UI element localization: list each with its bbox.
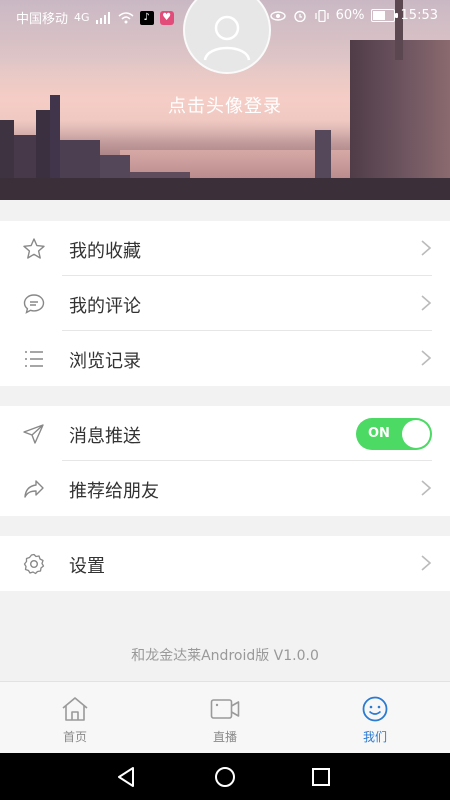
toggle-knob <box>402 420 430 448</box>
network-type: 4G <box>74 11 90 24</box>
bottom-tab-bar: 首页 直播 我们 <box>0 681 450 754</box>
tab-home[interactable]: 首页 <box>0 682 150 754</box>
back-icon[interactable] <box>114 764 140 790</box>
version-text: 和龙金达莱Android版 V1.0.0 <box>131 648 319 664</box>
chevron-right-icon <box>421 480 432 496</box>
menu-item-label: 消息推送 <box>69 426 141 447</box>
chevron-right-icon <box>421 240 432 256</box>
system-nav-bar <box>0 753 450 800</box>
chevron-right-icon <box>421 350 432 366</box>
wifi-icon <box>118 11 134 23</box>
heart-notification-icon: ♥ <box>159 10 174 25</box>
star-icon <box>23 238 45 259</box>
menu-group-social: 消息推送 ON 推荐给朋友 <box>0 406 450 516</box>
tiktok-notification-icon: ♪ <box>139 10 154 25</box>
menu-item-settings[interactable]: 设置 <box>0 536 450 591</box>
tab-us[interactable]: 我们 <box>300 682 450 754</box>
menu-group-personal: 我的收藏 我的评论 浏览记录 <box>0 221 450 386</box>
skyscraper <box>350 40 450 200</box>
status-bar: 中国移动 4G ♪ ♥ 60% 15:53 <box>0 0 450 32</box>
alarm-icon <box>293 10 306 22</box>
home-circle-icon[interactable] <box>212 764 238 790</box>
menu-item-label: 推荐给朋友 <box>69 481 159 502</box>
menu-item-comments[interactable]: 我的评论 <box>0 276 450 331</box>
clock: 15:53 <box>400 8 438 23</box>
gear-icon <box>23 553 45 575</box>
recents-icon[interactable] <box>308 764 334 790</box>
toggle-state-label: ON <box>368 426 390 441</box>
menu-item-label: 我的收藏 <box>69 241 141 262</box>
eye-icon <box>269 10 286 21</box>
share-icon <box>24 480 44 498</box>
list-icon <box>25 351 43 367</box>
tab-label: 直播 <box>212 730 237 744</box>
send-icon <box>23 424 44 444</box>
menu-item-label: 设置 <box>69 556 105 577</box>
comment-icon <box>23 294 45 314</box>
menu-item-label: 我的评论 <box>69 296 141 317</box>
battery-icon <box>370 9 398 22</box>
signal-icon <box>95 11 110 24</box>
login-prompt[interactable]: 点击头像登录 <box>0 92 450 118</box>
battery-percent: 60% <box>335 8 365 23</box>
home-icon <box>62 697 88 721</box>
carrier-name: 中国移动 <box>16 12 69 27</box>
menu-group-settings: 设置 <box>0 536 450 591</box>
tab-live[interactable]: 直播 <box>150 682 300 754</box>
menu-item-label: 浏览记录 <box>69 351 141 372</box>
chevron-right-icon <box>421 295 432 311</box>
push-notification-toggle[interactable]: ON <box>356 418 432 450</box>
tab-label: 首页 <box>62 730 87 744</box>
menu-item-history[interactable]: 浏览记录 <box>0 331 450 386</box>
ground <box>0 178 450 200</box>
chevron-right-icon <box>421 555 432 571</box>
smiley-icon <box>362 696 388 722</box>
menu-item-favorites[interactable]: 我的收藏 <box>0 221 450 276</box>
menu-item-recommend-friends[interactable]: 推荐给朋友 <box>0 461 450 516</box>
vibrate-icon <box>314 9 329 22</box>
menu-item-push-notifications: 消息推送 ON <box>0 406 450 461</box>
video-camera-icon <box>210 699 240 719</box>
tab-label: 我们 <box>362 730 387 744</box>
